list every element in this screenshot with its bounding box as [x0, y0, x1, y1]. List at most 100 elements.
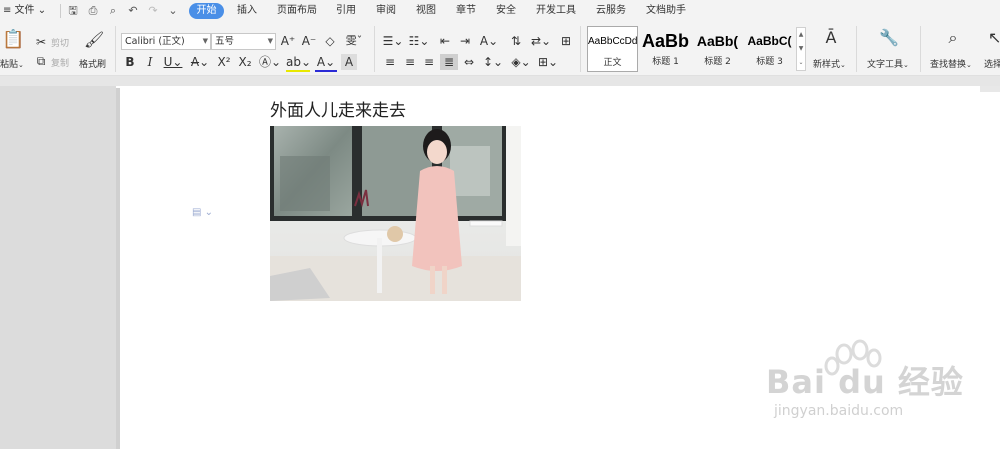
sort-icon[interactable]: ⇅	[508, 33, 524, 49]
plate-of-food	[387, 226, 403, 242]
tab-doc-assistant[interactable]: 文档助手	[646, 0, 686, 22]
print-icon[interactable]: ⎙	[86, 4, 100, 18]
style-name: 标题 3	[756, 57, 783, 67]
file-menu[interactable]: ≡ 文件 ⌄	[3, 0, 46, 22]
toolbar-shadow	[0, 76, 1000, 86]
chevron-down-icon: ▼	[798, 45, 804, 52]
tab-review[interactable]: 审阅	[376, 0, 396, 22]
document-heading[interactable]: 外面人儿走来走去	[270, 96, 406, 121]
search-icon[interactable]: ⌕	[943, 30, 963, 46]
phonetic-guide-icon[interactable]: 雯ˇ	[343, 33, 365, 49]
divider	[920, 26, 921, 72]
new-style-icon[interactable]: Ā	[820, 30, 842, 46]
borders-icon[interactable]: ⊞⌄	[537, 54, 559, 70]
style-heading-1[interactable]: AaBb 标题 1	[640, 26, 691, 72]
format-painter-button[interactable]: 格式刷	[79, 57, 106, 70]
tab-developer[interactable]: 开发工具	[536, 0, 576, 22]
table-leg	[377, 238, 382, 293]
format-painter-icon[interactable]: 🖌	[84, 32, 104, 48]
decrease-indent-icon[interactable]: ⇤	[437, 33, 453, 49]
style-preview: AaBb	[641, 31, 689, 51]
highlight-icon[interactable]: ab⌄	[286, 54, 311, 72]
select-button[interactable]: 选择	[984, 57, 1000, 70]
strikethrough-icon[interactable]: A⌄	[189, 54, 211, 70]
cut-button[interactable]: 剪切	[51, 36, 69, 49]
select-cursor-icon[interactable]: ↖	[988, 30, 1000, 46]
paste-button[interactable]: 粘贴⌄	[0, 57, 24, 70]
style-gallery-scroll[interactable]: ▲ ▼ ⌄	[796, 27, 806, 71]
paste-icon[interactable]: 📋	[2, 31, 24, 49]
copy-icon[interactable]: ⧉	[34, 53, 48, 69]
undo-icon[interactable]: ↶	[126, 4, 140, 18]
girl-leg	[430, 266, 435, 294]
style-name: 标题 1	[652, 57, 679, 67]
align-right-icon[interactable]: ≡	[421, 54, 437, 70]
document-photo[interactable]	[270, 126, 521, 301]
text-direction-icon[interactable]: A⌄	[478, 33, 500, 49]
numbered-list-icon[interactable]: ☷⌄	[408, 33, 430, 49]
style-normal[interactable]: AaBbCcDd 正文	[587, 26, 638, 72]
cut-icon[interactable]: ✂	[34, 34, 48, 50]
tab-insert[interactable]: 插入	[237, 0, 257, 22]
new-style-button[interactable]: 新样式⌄	[813, 57, 846, 70]
show-marks-icon[interactable]: ⇄⌄	[530, 33, 552, 49]
print-preview-icon[interactable]: ⌕	[106, 4, 120, 18]
chevron-up-icon: ▲	[798, 31, 804, 38]
align-center-icon[interactable]: ≡	[402, 54, 418, 70]
shrink-font-icon[interactable]: A⁻	[301, 33, 317, 49]
watermark-text: Bai du 经验	[766, 363, 964, 401]
text-effects-icon[interactable]: Ⓐ⌄	[259, 54, 281, 70]
paragraph-layout-icon[interactable]: ▤ ⌄	[192, 207, 213, 218]
side-chair	[469, 220, 503, 227]
distribute-icon[interactable]: ⇔	[461, 54, 477, 70]
bullet-list-icon[interactable]: ☰⌄	[382, 33, 404, 49]
underline-icon[interactable]: U⌄	[163, 54, 183, 70]
girl-face	[427, 140, 447, 164]
font-size-select[interactable]: 五号 ▼	[211, 33, 276, 50]
style-name: 正文	[603, 58, 622, 68]
superscript-icon[interactable]: X²	[216, 54, 232, 70]
align-left-icon[interactable]: ≡	[382, 54, 398, 70]
bold-icon[interactable]: B	[123, 54, 137, 70]
tab-sections[interactable]: 章节	[456, 0, 476, 22]
tab-page-layout[interactable]: 页面布局	[277, 0, 317, 22]
clear-format-icon[interactable]: ◇	[322, 33, 338, 49]
grow-font-icon[interactable]: A⁺	[280, 33, 296, 49]
page-corner	[980, 86, 1000, 92]
text-tools-button[interactable]: 文字工具⌄	[867, 57, 909, 70]
wall-edge	[506, 126, 521, 246]
line-spacing-icon[interactable]: ↕⌄	[482, 54, 504, 70]
shading-icon[interactable]: ◈⌄	[510, 54, 532, 70]
italic-icon[interactable]: I	[143, 54, 157, 70]
tab-view[interactable]: 视图	[416, 0, 436, 22]
subscript-icon[interactable]: X₂	[237, 54, 253, 70]
girl-dress	[412, 166, 462, 271]
tab-references[interactable]: 引用	[336, 0, 356, 22]
style-heading-3[interactable]: AaBbC( 标题 3	[744, 26, 795, 72]
font-color-icon[interactable]: A⌄	[315, 54, 337, 72]
char-shading-icon[interactable]: A	[341, 54, 357, 70]
find-replace-button[interactable]: 查找替换⌄	[930, 57, 972, 70]
table-border-icon[interactable]: ⊞	[558, 33, 574, 49]
justify-icon[interactable]: ≣	[440, 54, 458, 70]
outdoor-building	[450, 146, 490, 196]
increase-indent-icon[interactable]: ⇥	[457, 33, 473, 49]
redo-icon[interactable]: ↷	[146, 4, 160, 18]
customize-quick-access-icon[interactable]: ⌄	[166, 4, 180, 18]
style-preview: AaBbC(	[747, 34, 792, 48]
divider	[856, 26, 857, 72]
divider	[115, 26, 116, 72]
style-heading-2[interactable]: AaBb( 标题 2	[692, 26, 743, 72]
expand-icon: ⌄	[798, 59, 804, 66]
font-name-select[interactable]: Calibri (正文) ▼	[121, 33, 211, 50]
tab-cloud[interactable]: 云服务	[596, 0, 626, 22]
save-icon[interactable]: 🖫	[66, 4, 80, 18]
style-name: 标题 2	[704, 57, 731, 67]
tab-security[interactable]: 安全	[496, 0, 516, 22]
copy-button[interactable]: 复制	[51, 56, 69, 69]
tab-start[interactable]: 开始	[189, 3, 224, 19]
wrench-icon[interactable]: 🔧	[879, 30, 899, 46]
divider	[374, 26, 375, 72]
page-edge	[116, 88, 120, 449]
style-preview: AaBb(	[696, 33, 739, 49]
